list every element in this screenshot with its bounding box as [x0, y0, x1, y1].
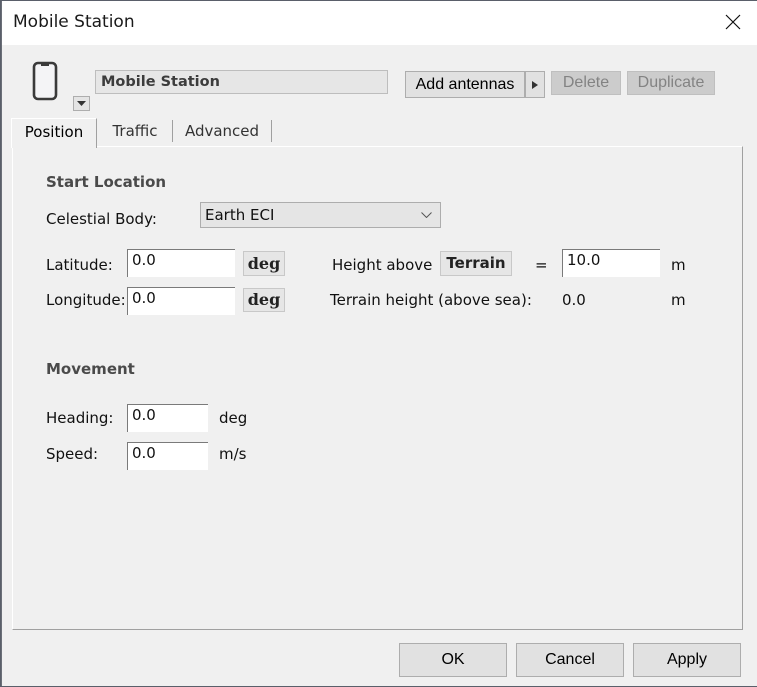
ok-button[interactable]: OK — [399, 643, 507, 677]
triangle-down-icon — [77, 101, 86, 106]
longitude-input[interactable]: 0.0 — [127, 287, 235, 315]
mobile-station-dialog: Mobile Station Mobile Station Add antenn… — [1, 1, 757, 686]
apply-button[interactable]: Apply — [633, 643, 741, 677]
height-unit: m — [671, 256, 686, 274]
speed-input[interactable]: 0.0 — [127, 442, 208, 470]
heading-input[interactable]: 0.0 — [127, 404, 208, 432]
tab-traffic[interactable]: Traffic — [98, 118, 172, 146]
tab-advanced[interactable]: Advanced — [173, 118, 271, 146]
add-antennas-menu-button[interactable] — [525, 71, 545, 98]
tab-position[interactable]: Position — [11, 118, 97, 148]
cancel-button[interactable]: Cancel — [516, 643, 624, 677]
title-bar: Mobile Station — [2, 1, 757, 45]
movement-heading: Movement — [46, 360, 135, 378]
close-icon — [725, 14, 741, 30]
add-antennas-button[interactable]: Add antennas — [405, 71, 525, 98]
celestial-body-label: Celestial Body: — [46, 210, 157, 228]
height-above-label: Height above — [332, 256, 433, 274]
speed-label: Speed: — [46, 445, 99, 463]
chevron-down-icon — [421, 212, 432, 218]
start-location-heading: Start Location — [46, 173, 167, 191]
longitude-label: Longitude: — [46, 291, 126, 309]
terrain-height-unit: m — [671, 291, 686, 309]
window-title: Mobile Station — [13, 12, 135, 32]
terrain-height-label: Terrain height (above sea): — [330, 291, 532, 309]
mobile-phone-icon — [32, 61, 58, 101]
height-reference-button[interactable]: Terrain — [440, 251, 512, 276]
latitude-unit-button[interactable]: deg — [243, 251, 285, 276]
longitude-unit-button[interactable]: deg — [243, 288, 285, 312]
height-input[interactable]: 10.0 — [562, 249, 660, 277]
heading-label: Heading: — [46, 409, 114, 427]
speed-unit: m/s — [219, 445, 247, 463]
delete-button[interactable]: Delete — [551, 71, 621, 95]
celestial-body-value: Earth ECI — [205, 206, 275, 224]
icon-dropdown-button[interactable] — [73, 96, 90, 111]
terrain-height-value: 0.0 — [562, 291, 586, 309]
heading-unit: deg — [219, 409, 248, 427]
duplicate-button[interactable]: Duplicate — [627, 71, 715, 95]
celestial-body-select[interactable]: Earth ECI — [200, 202, 441, 228]
latitude-input[interactable]: 0.0 — [127, 249, 235, 277]
close-button[interactable] — [709, 1, 757, 45]
tab-separator — [271, 120, 272, 142]
station-name-field[interactable]: Mobile Station — [95, 70, 388, 94]
triangle-right-icon — [532, 81, 538, 89]
latitude-label: Latitude: — [46, 256, 113, 274]
equals-sign: = — [535, 256, 548, 274]
